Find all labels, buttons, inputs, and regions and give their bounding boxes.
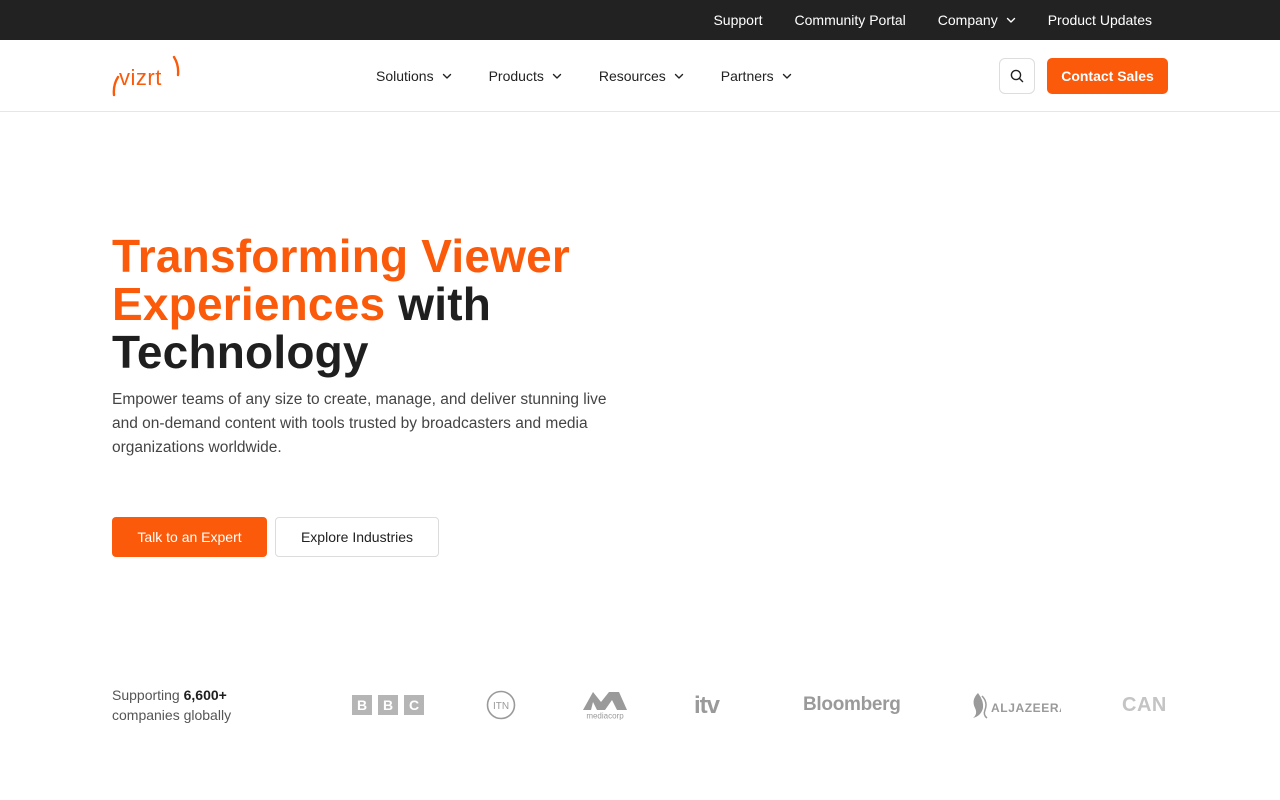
nav-item-solutions-label: Solutions <box>376 68 434 84</box>
chevron-down-icon <box>552 73 562 79</box>
search-icon <box>1010 69 1024 83</box>
main-nav: vizrt Solutions Products Resources Partn… <box>0 40 1280 112</box>
chevron-down-icon <box>674 73 683 79</box>
nav-item-products[interactable]: Products <box>489 68 562 84</box>
nav-item-partners[interactable]: Partners <box>721 68 792 84</box>
itv-logo-text: itv <box>694 693 721 717</box>
vizrt-logo[interactable]: vizrt <box>112 55 180 97</box>
trust-count: 6,600+ <box>183 687 227 703</box>
chevron-down-icon <box>442 73 451 79</box>
community-portal-link-label: Community Portal <box>794 12 906 28</box>
aljazeera-logo-text: ALJAZEERA <box>991 701 1061 715</box>
utility-bar: Support Community Portal Company Product… <box>0 0 1280 40</box>
product-updates-link-label: Product Updates <box>1047 12 1152 28</box>
hero-description: Empower teams of any size to create, man… <box>112 391 607 456</box>
nav-item-resources-label: Resources <box>598 68 666 84</box>
customer-logo-strip: B B C ITN mediacorp itv Bloomberg ALJAZE… <box>340 680 1170 730</box>
itv-logo: itv <box>694 680 740 730</box>
hero-title-accent: Transforming Viewer Experiences <box>112 230 570 330</box>
itn-logo-text: ITN <box>493 701 509 712</box>
chevron-down-icon <box>782 73 791 79</box>
nav-item-products-label: Products <box>488 68 544 84</box>
company-menu[interactable]: Company <box>938 12 1016 28</box>
logo-wordmark: vizrt <box>119 65 162 90</box>
bloomberg-logo: Bloomberg <box>803 680 901 730</box>
nav-item-solutions[interactable]: Solutions <box>376 68 452 84</box>
bbc-letter-b2: B <box>383 697 393 713</box>
nav-item-resources[interactable]: Resources <box>599 68 684 84</box>
product-updates-link[interactable]: Product Updates <box>1048 12 1152 28</box>
bbc-letter-c: C <box>409 697 419 713</box>
mediacorp-logo: mediacorp <box>580 680 630 730</box>
support-link-label: Support <box>713 12 763 28</box>
primary-menu: Solutions Products Resources Partners <box>376 40 829 112</box>
talk-to-expert-button[interactable]: Talk to an Expert <box>112 517 267 557</box>
bbc-letter-b1: B <box>357 697 367 713</box>
trust-prefix: Supporting <box>112 687 184 703</box>
explore-industries-button[interactable]: Explore Industries <box>275 517 439 557</box>
trust-statement: Supporting 6,600+ companies globally <box>112 685 231 725</box>
aljazeera-logo: ALJAZEERA <box>969 680 1061 730</box>
trust-suffix: companies globally <box>112 707 232 723</box>
canal-logo-text: CAN <box>1122 693 1167 716</box>
contact-sales-button[interactable]: Contact Sales <box>1047 58 1168 94</box>
company-menu-label: Company <box>937 12 998 28</box>
search-button[interactable] <box>999 58 1035 94</box>
bloomberg-logo-text: Bloomberg <box>803 694 901 715</box>
support-link[interactable]: Support <box>713 12 762 28</box>
nav-item-partners-label: Partners <box>720 68 774 84</box>
mediacorp-logo-text: mediacorp <box>586 712 624 721</box>
community-portal-link[interactable]: Community Portal <box>795 12 906 28</box>
canal-logo: CAN <box>1122 680 1167 730</box>
itn-logo: ITN <box>486 680 516 730</box>
chevron-down-icon <box>1006 17 1015 23</box>
bbc-logo: B B C <box>352 680 424 730</box>
hero-title: Transforming Viewer Experiences with Tec… <box>112 232 632 376</box>
